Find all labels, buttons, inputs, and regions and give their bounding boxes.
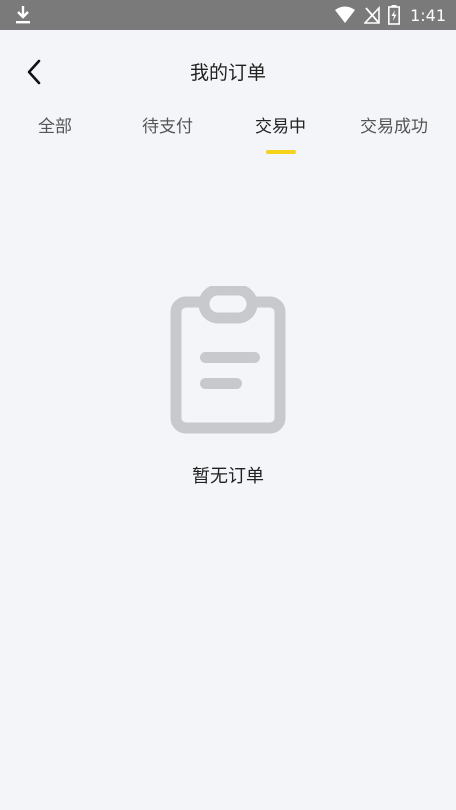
tab-label: 待支付 [142,117,193,137]
download-icon [16,6,30,24]
header: 我的订单 [0,30,456,112]
active-tab-indicator [265,150,296,154]
tab-success[interactable]: 交易成功 [360,112,428,162]
order-tabs: 全部 待支付 交易中 交易成功 [0,112,456,162]
clipboard-icon [170,286,286,434]
tab-label: 全部 [38,117,72,137]
tab-in-progress[interactable]: 交易中 [255,112,306,162]
battery-charging-icon [388,5,401,25]
no-signal-icon [364,6,380,24]
wifi-icon [335,6,356,23]
status-bar: 1:41 [0,0,456,30]
tab-label: 交易中 [255,117,306,137]
empty-message: 暂无订单 [192,466,264,487]
tab-all[interactable]: 全部 [38,112,72,162]
page-title: 我的订单 [189,62,266,84]
empty-state: 暂无订单 [0,286,456,488]
tab-pending-payment[interactable]: 待支付 [142,112,193,162]
tab-label: 交易成功 [360,117,428,137]
status-time: 1:41 [410,5,446,25]
